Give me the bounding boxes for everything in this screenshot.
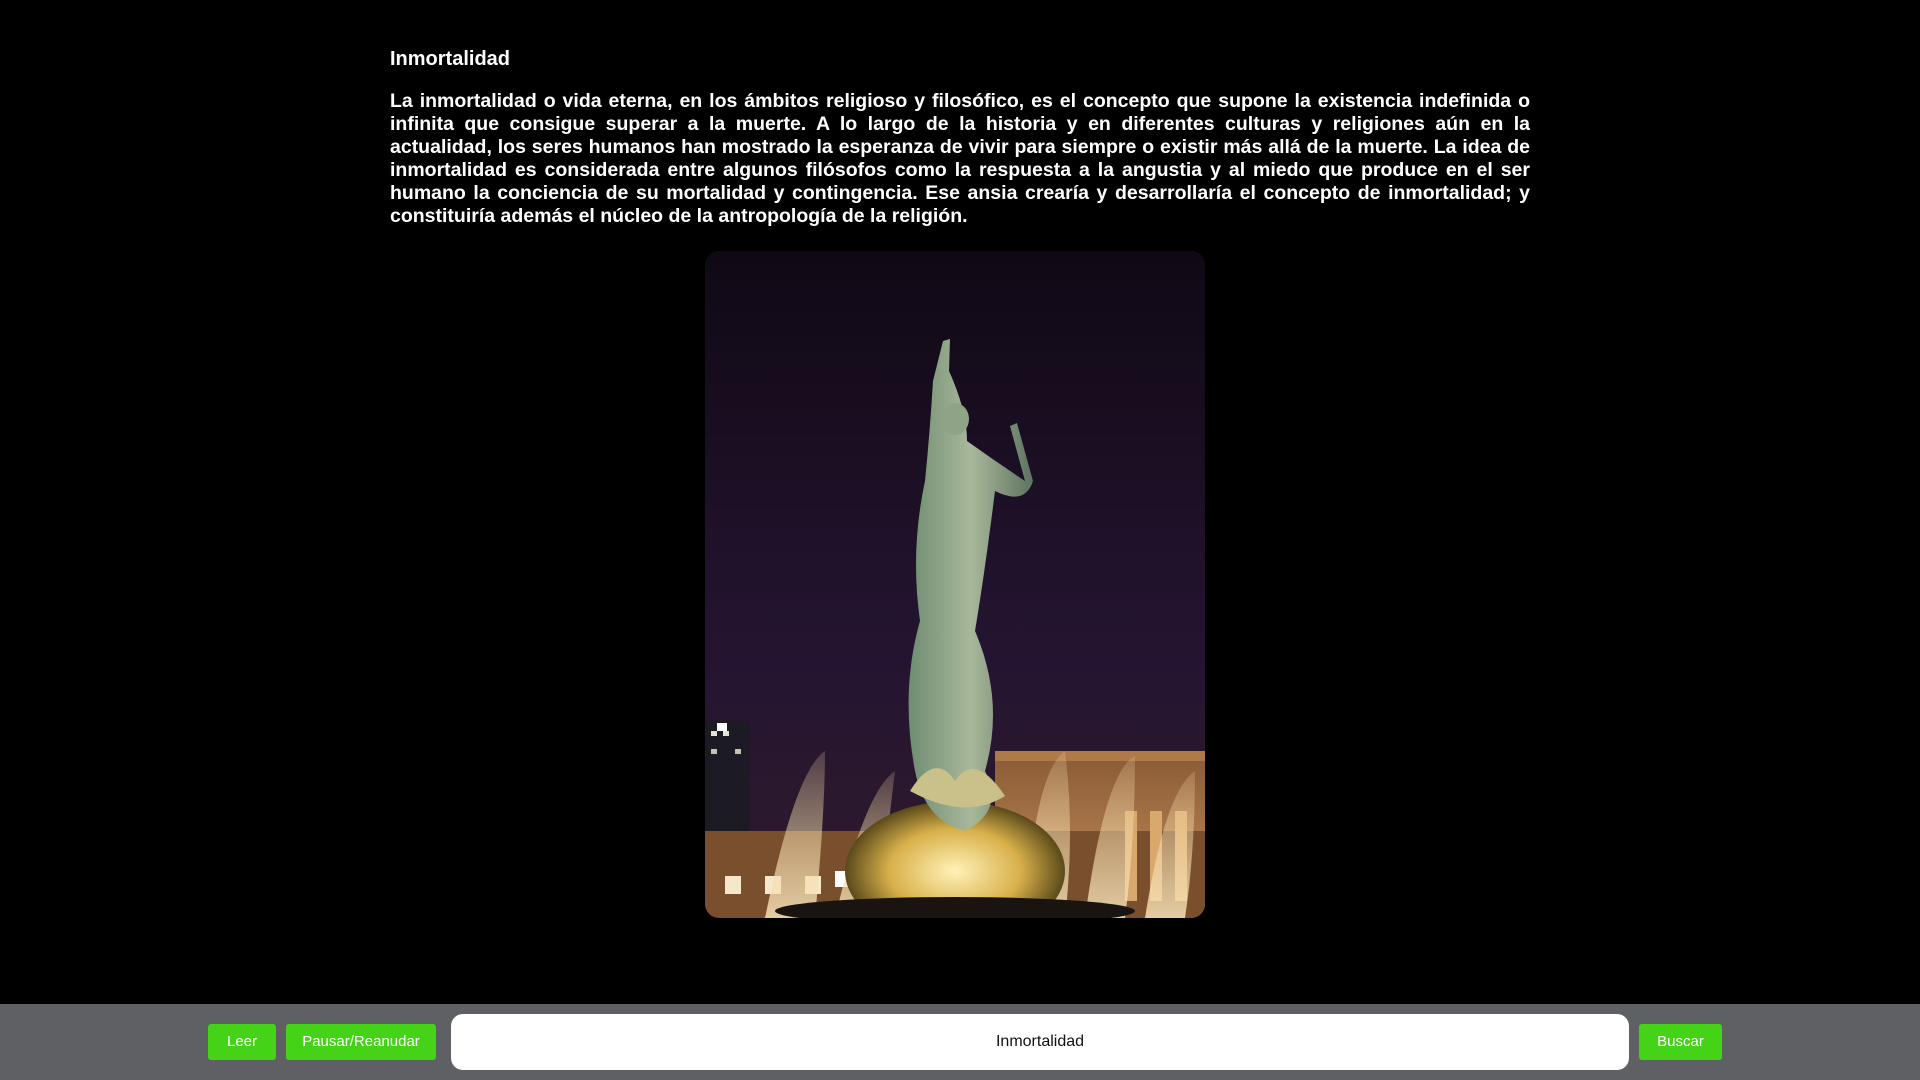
article-title: Inmortalidad xyxy=(390,48,511,70)
article: Inmortalidad La inmortalidad o vida eter… xyxy=(390,46,1530,228)
article-body: La inmortalidad o vida eterna, en los ám… xyxy=(390,90,1530,227)
article-image xyxy=(705,251,1205,918)
read-button[interactable]: Leer xyxy=(208,1024,276,1060)
search-input[interactable] xyxy=(451,1014,1629,1070)
search-button[interactable]: Buscar xyxy=(1639,1024,1722,1060)
left-building xyxy=(705,721,750,841)
pause-resume-button[interactable]: Pausar/Reanudar xyxy=(286,1024,436,1060)
